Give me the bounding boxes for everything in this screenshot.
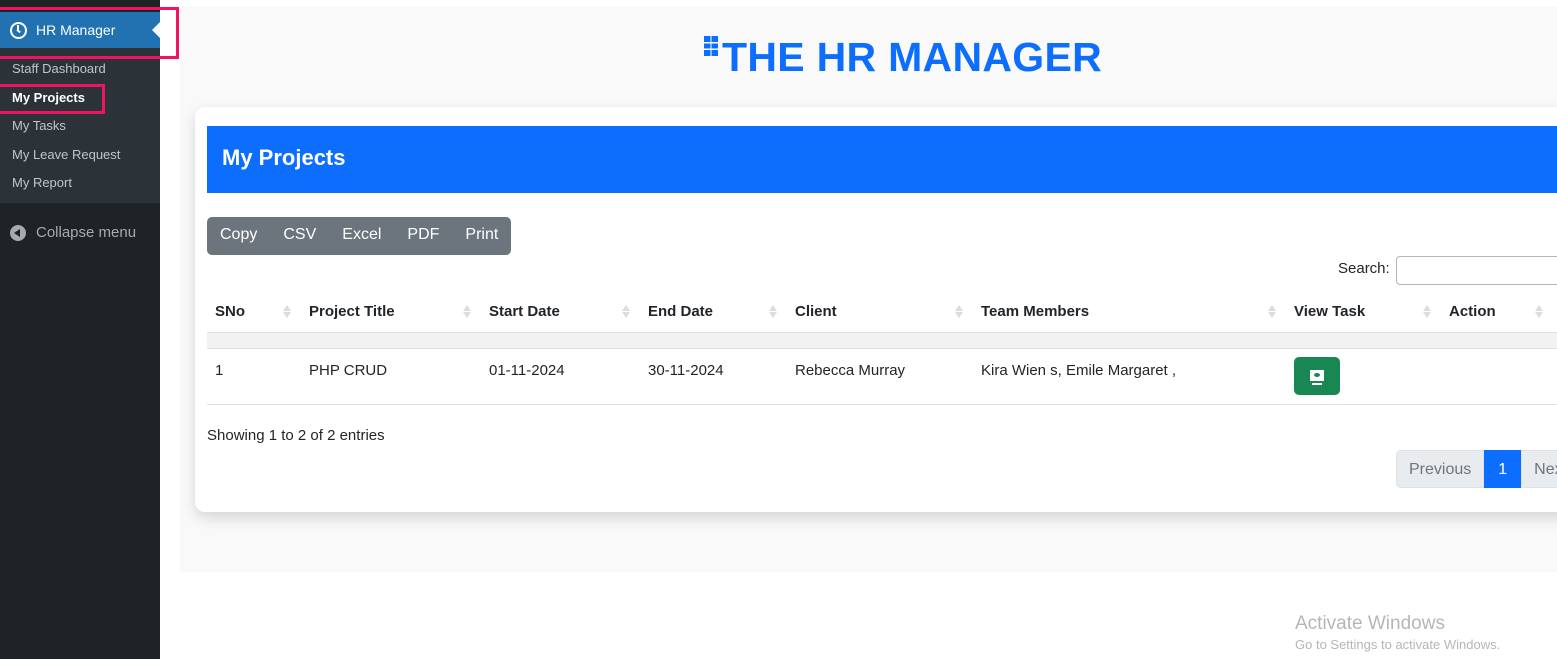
column-header-start-date[interactable]: Start Date [481,292,640,333]
cell-action [1441,348,1557,405]
cell-end-date: 30-11-2024 [640,348,787,405]
cell-team-members: Kira Wien s, Emile Margaret , [973,348,1286,405]
view-task-button[interactable] [1294,356,1340,395]
sort-icon [1423,305,1431,319]
table-header-row: SNo Project Title Start Date End Date Cl… [207,292,1557,333]
cell-view-task [1286,348,1441,405]
projects-table: SNo Project Title Start Date End Date Cl… [207,292,1557,405]
previous-page-button[interactable]: Previous [1396,450,1485,488]
copy-button[interactable]: Copy [207,217,270,255]
search-label: Search: [1338,260,1390,277]
submenu-item-my-leave-request[interactable]: My Leave Request [0,141,160,170]
highlight-box-hr-manager [0,7,179,59]
export-button-group: Copy CSV Excel PDF Print [207,217,512,255]
print-button[interactable]: Print [452,217,511,255]
sort-icon [283,305,291,319]
table-row: 1 PHP CRUD 01-11-2024 30-11-2024 Rebecca… [207,348,1557,405]
card-header: My Projects [207,126,1557,193]
submenu-item-my-tasks[interactable]: My Tasks [0,112,160,141]
projects-card: My Projects Copy CSV Excel PDF Print Sea… [195,107,1557,512]
collapse-menu-label: Collapse menu [36,224,137,241]
pdf-button[interactable]: PDF [394,217,452,255]
column-header-client[interactable]: Client [787,292,973,333]
table-info: Showing 1 to 2 of 2 entries [207,427,385,444]
sort-icon [622,305,630,319]
submenu-item-my-report[interactable]: My Report [0,169,160,198]
cell-sno: 1 [207,348,301,405]
page-title-text: THE HR MANAGER [722,34,1103,80]
windows-activation-watermark: Activate Windows Go to Settings to activ… [1295,613,1500,652]
cell-start-date: 01-11-2024 [481,348,640,405]
highlight-box-my-projects [0,84,105,114]
watermark-line1: Activate Windows [1295,613,1445,634]
table-spacer-row [207,332,1557,349]
collapse-arrow-icon [10,224,26,241]
collapse-menu-button[interactable]: Collapse menu [10,224,136,241]
sort-icon [1535,305,1543,319]
next-page-button[interactable]: Next [1521,450,1557,488]
csv-button[interactable]: CSV [270,217,329,255]
column-header-end-date[interactable]: End Date [640,292,787,333]
column-header-sno[interactable]: SNo [207,292,301,333]
excel-button[interactable]: Excel [329,217,394,255]
pagination: Previous 1 Next [1396,450,1557,488]
sort-icon [955,305,963,319]
submenu-item-staff-dashboard[interactable]: Staff Dashboard [0,55,160,84]
page-1-button[interactable]: 1 [1484,450,1522,488]
monitor-eye-icon [1310,370,1324,385]
page-title: THE HR MANAGER [704,34,1102,81]
column-header-project-title[interactable]: Project Title [301,292,481,333]
sort-icon [463,305,471,319]
sort-icon [769,305,777,319]
sort-icon [1268,305,1276,319]
column-header-team-members[interactable]: Team Members [973,292,1286,333]
search-input[interactable] [1396,256,1557,285]
building-icon [704,36,718,56]
submenu: Staff Dashboard My Projects My Tasks My … [0,48,160,203]
column-header-view-task[interactable]: View Task [1286,292,1441,333]
cell-project-title: PHP CRUD [301,348,481,405]
watermark-line2: Go to Settings to activate Windows. [1295,637,1501,652]
cell-client: Rebecca Murray [787,348,973,405]
column-header-action[interactable]: Action [1441,292,1557,333]
